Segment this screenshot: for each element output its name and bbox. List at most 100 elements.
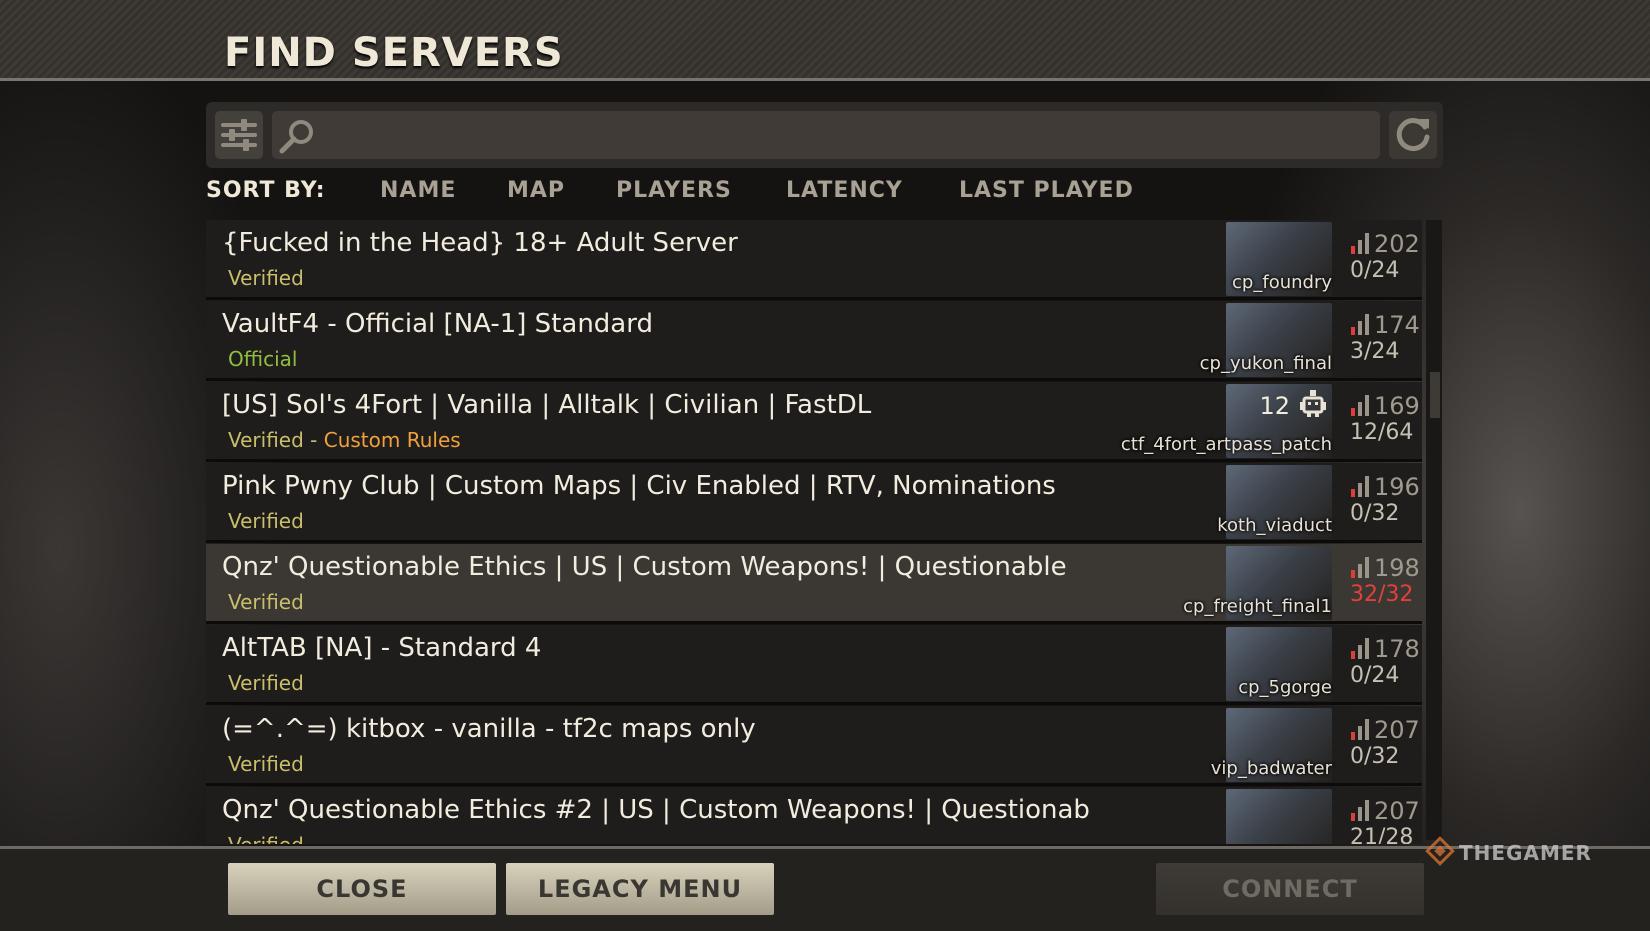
- server-tag: Verified: [228, 509, 304, 533]
- ping-value: 196: [1374, 473, 1420, 501]
- header-bar: FIND SERVERS: [0, 0, 1650, 81]
- bot-count-value: 12: [1259, 392, 1290, 420]
- sort-by-players[interactable]: PLAYERS: [616, 178, 732, 203]
- server-ping: 169: [1350, 392, 1420, 420]
- bot-icon: [1300, 390, 1326, 417]
- server-tag: Verified: [228, 266, 304, 290]
- scrollbar-track[interactable]: [1426, 220, 1442, 840]
- sort-by-latency[interactable]: LATENCY: [786, 178, 903, 203]
- map-name: cp_freight_final1: [1183, 596, 1332, 617]
- legacy-menu-button[interactable]: LEGACY MENU: [506, 863, 774, 915]
- server-tag-custom-rules: Custom Rules: [323, 428, 461, 452]
- signal-bars-icon: [1351, 638, 1369, 659]
- player-count: 12/64: [1350, 420, 1414, 445]
- server-tags: Verified: [228, 509, 304, 533]
- ping-value: 198: [1374, 554, 1420, 582]
- server-tags: Verified: [228, 833, 304, 844]
- server-row[interactable]: (=^.^=) kitbox - vanilla - tf2c maps onl…: [206, 706, 1422, 786]
- watermark-text: THEGAMER: [1459, 841, 1592, 865]
- watermark-logo-icon: [1425, 836, 1455, 866]
- server-name: AltTAB [NA] - Standard 4: [222, 633, 542, 663]
- server-name: Pink Pwny Club | Custom Maps | Civ Enabl…: [222, 471, 1056, 501]
- server-row[interactable]: [US] Sol's 4Fort | Vanilla | Alltalk | C…: [206, 382, 1422, 462]
- server-name: Qnz' Questionable Ethics | US | Custom W…: [222, 552, 1067, 582]
- map-name: ctf_4fort_artpass_patch: [1120, 434, 1332, 455]
- signal-bars-icon: [1351, 395, 1369, 416]
- server-row[interactable]: Qnz' Questionable Ethics #2 | US | Custo…: [206, 787, 1422, 844]
- player-count: 32/32: [1350, 582, 1414, 607]
- server-tag: Verified: [228, 752, 304, 776]
- map-thumbnail: [1226, 789, 1332, 844]
- filter-button[interactable]: [215, 111, 263, 159]
- ping-value: 169: [1374, 392, 1420, 420]
- page-title: FIND SERVERS: [224, 30, 564, 76]
- map-name: cp_yukon_final: [1199, 353, 1332, 374]
- sort-label: SORT BY:: [206, 178, 326, 203]
- server-tag: Official: [228, 347, 298, 371]
- server-ping: 198: [1350, 554, 1420, 582]
- map-name: cp_foundry: [1232, 272, 1332, 293]
- server-name: VaultF4 - Official [NA-1] Standard: [222, 309, 653, 339]
- server-ping: 207: [1350, 716, 1420, 744]
- ping-value: 202: [1374, 230, 1420, 258]
- player-count: 0/24: [1350, 258, 1400, 283]
- signal-bars-icon: [1351, 800, 1369, 821]
- refresh-button[interactable]: [1389, 111, 1437, 159]
- search-bar: [206, 102, 1443, 168]
- sort-by-map[interactable]: MAP: [507, 178, 565, 203]
- filter-icon: [221, 119, 257, 151]
- server-ping: 196: [1350, 473, 1420, 501]
- signal-bars-icon: [1351, 719, 1369, 740]
- sort-by-last-played[interactable]: LAST PLAYED: [959, 178, 1134, 203]
- sort-by-name[interactable]: NAME: [380, 178, 456, 203]
- server-tags: Verified: [228, 590, 304, 614]
- player-count: 21/28: [1350, 825, 1414, 844]
- player-count: 3/24: [1350, 339, 1400, 364]
- server-row[interactable]: Qnz' Questionable Ethics | US | Custom W…: [206, 544, 1422, 624]
- search-input[interactable]: [324, 119, 1368, 153]
- ping-value: 207: [1374, 716, 1420, 744]
- server-tag: Verified: [228, 833, 304, 844]
- close-button[interactable]: CLOSE: [228, 863, 496, 915]
- server-row[interactable]: AltTAB [NA] - Standard 4 Verified cp_5gorg…: [206, 625, 1422, 705]
- search-icon: [279, 120, 313, 154]
- server-ping: 174: [1350, 311, 1420, 339]
- server-row[interactable]: {Fucked in the Head} 18+ Adult Server Ver…: [206, 220, 1422, 300]
- refresh-icon: [1396, 118, 1430, 152]
- server-tags: Verified: [228, 266, 304, 290]
- search-field[interactable]: [272, 111, 1380, 159]
- server-name: {Fucked in the Head} 18+ Adult Server: [222, 228, 738, 258]
- signal-bars-icon: [1351, 314, 1369, 335]
- player-count: 0/24: [1350, 663, 1400, 688]
- server-name: Qnz' Questionable Ethics #2 | US | Custo…: [222, 795, 1090, 825]
- server-ping: 202: [1350, 230, 1420, 258]
- sort-bar: SORT BY: NAME MAP PLAYERS LATENCY LAST P…: [206, 178, 1206, 210]
- server-tag: Verified: [228, 671, 304, 695]
- server-row[interactable]: Pink Pwny Club | Custom Maps | Civ Enabl…: [206, 463, 1422, 543]
- signal-bars-icon: [1351, 557, 1369, 578]
- server-ping: 207: [1350, 797, 1420, 825]
- ping-value: 174: [1374, 311, 1420, 339]
- server-tags: Verified - Custom Rules: [228, 428, 461, 452]
- signal-bars-icon: [1351, 233, 1369, 254]
- bot-count: 12: [1259, 388, 1328, 420]
- watermark: THEGAMER: [1425, 836, 1592, 866]
- tag-separator: -: [303, 428, 324, 452]
- map-name: koth_viaduct: [1217, 515, 1332, 536]
- server-row[interactable]: VaultF4 - Official [NA-1] Standard Offici…: [206, 301, 1422, 381]
- server-name: [US] Sol's 4Fort | Vanilla | Alltalk | C…: [222, 390, 872, 420]
- map-name: vip_badwater: [1210, 758, 1332, 779]
- scrollbar-thumb[interactable]: [1430, 372, 1440, 418]
- server-ping: 178: [1350, 635, 1420, 663]
- player-count: 0/32: [1350, 501, 1400, 526]
- server-tag: Verified: [228, 590, 304, 614]
- server-tags: Official: [228, 347, 297, 371]
- ping-value: 178: [1374, 635, 1420, 663]
- server-name: (=^.^=) kitbox - vanilla - tf2c maps onl…: [222, 714, 756, 744]
- server-list: {Fucked in the Head} 18+ Adult Server Ver…: [206, 220, 1428, 844]
- server-tags: Verified: [228, 671, 304, 695]
- player-count: 0/32: [1350, 744, 1400, 769]
- connect-button[interactable]: CONNECT: [1156, 863, 1424, 915]
- ping-value: 207: [1374, 797, 1420, 825]
- server-tags: Verified: [228, 752, 304, 776]
